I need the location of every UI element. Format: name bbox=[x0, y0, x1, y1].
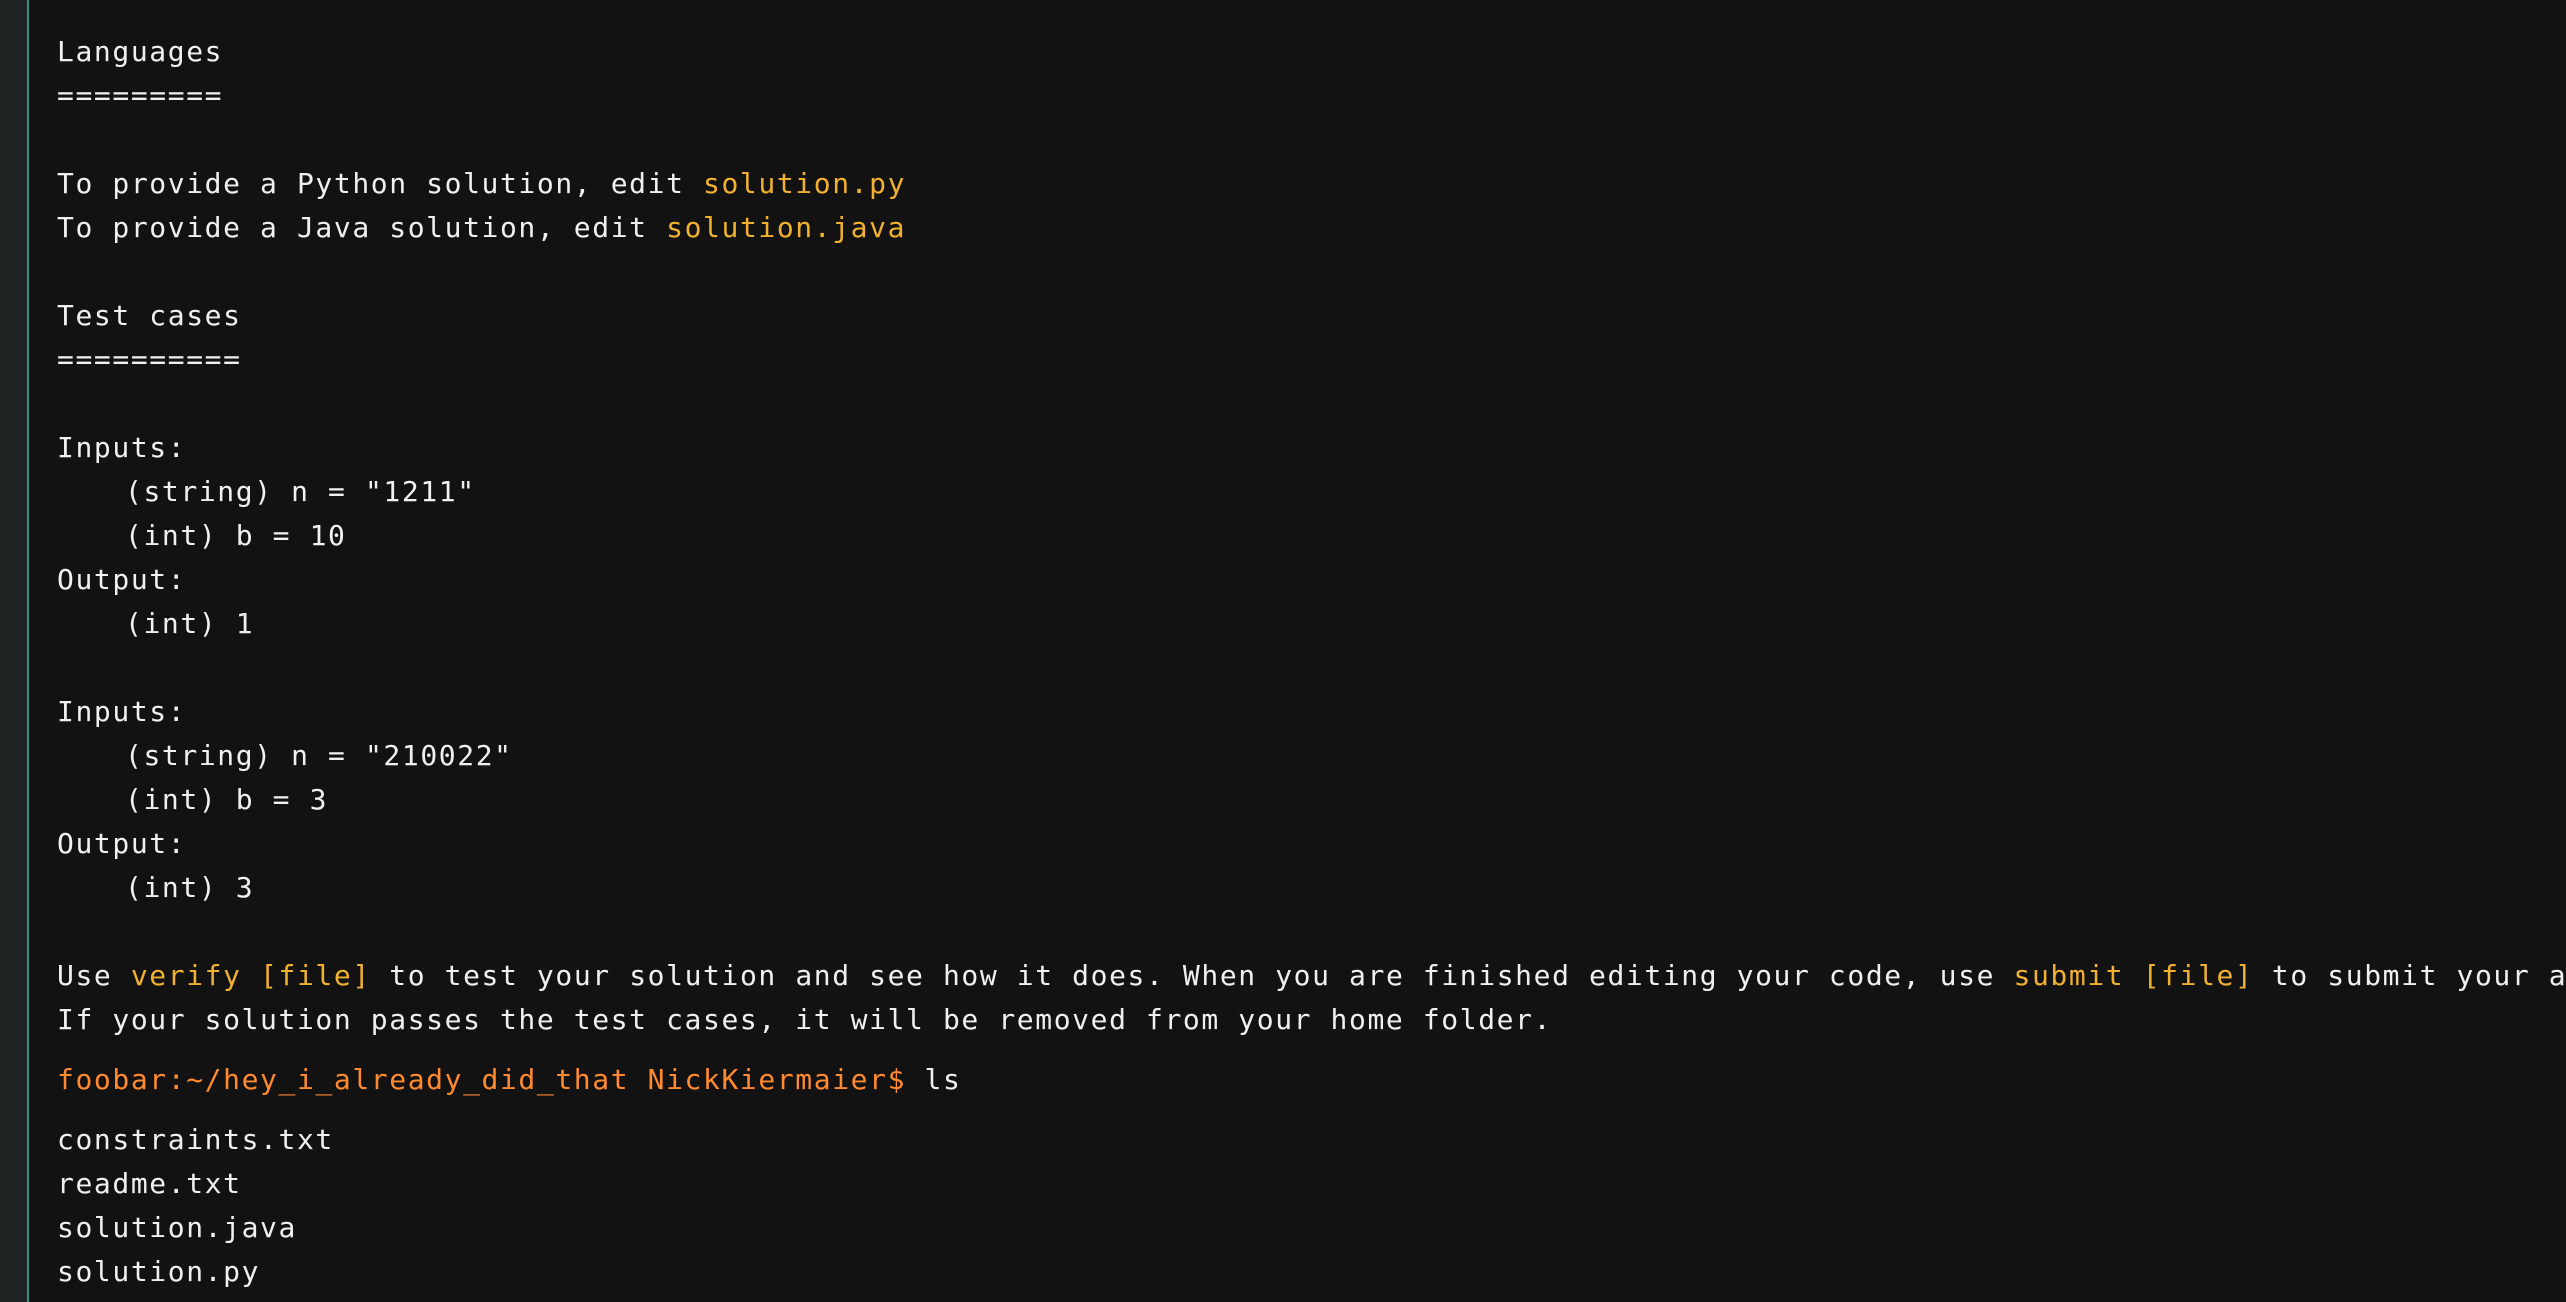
languages-underline: ========= bbox=[57, 79, 224, 112]
java-instruction: To provide a Java solution, edit solutio… bbox=[57, 206, 2537, 250]
python-prefix: To provide a Python solution, edit bbox=[57, 167, 704, 200]
test-cases-underline: ========== bbox=[57, 343, 242, 376]
instructions-line-2: If your solution passes the test cases, … bbox=[57, 1003, 1553, 1036]
instructions-use: Use bbox=[57, 959, 131, 992]
instructions-end: to submit your answer. bbox=[2271, 959, 2566, 992]
input-n: (string) n = "1211" bbox=[125, 475, 476, 508]
test-case-2: Inputs: (string) n = "210022" (int) b = … bbox=[57, 690, 2537, 910]
input-n: (string) n = "210022" bbox=[125, 739, 513, 772]
inputs-label: Inputs: bbox=[57, 431, 187, 464]
input-b: (int) b = 3 bbox=[125, 783, 329, 816]
verify-command: verify [file] bbox=[130, 959, 371, 992]
terminal-output[interactable]: Languages ========= To provide a Python … bbox=[57, 30, 2566, 1294]
shell-command: ls bbox=[906, 1063, 962, 1096]
submit-command: submit [file] bbox=[2013, 959, 2254, 992]
test-cases-heading: Test cases bbox=[57, 299, 242, 332]
output-label: Output: bbox=[57, 827, 187, 860]
instructions-middle: to test your solution and see how it doe… bbox=[370, 959, 2014, 992]
output-value: (int) 3 bbox=[125, 871, 255, 904]
inputs-label: Inputs: bbox=[57, 695, 187, 728]
test-case-1: Inputs: (string) n = "1211" (int) b = 10… bbox=[57, 426, 2537, 646]
languages-heading: Languages bbox=[57, 35, 224, 68]
list-item: solution.java bbox=[57, 1211, 297, 1244]
file-list: constraints.txt readme.txt solution.java… bbox=[57, 1118, 2537, 1294]
output-label: Output: bbox=[57, 563, 187, 596]
left-gutter bbox=[0, 0, 29, 1302]
shell-prompt-line[interactable]: foobar:~/hey_i_already_did_that NickKier… bbox=[57, 1058, 2537, 1102]
instructions-line-1: Use verify [file] to test your solution … bbox=[57, 954, 2566, 998]
list-item: readme.txt bbox=[57, 1167, 242, 1200]
shell-prompt: foobar:~/hey_i_already_did_that NickKier… bbox=[57, 1063, 907, 1096]
java-file-link: solution.java bbox=[666, 211, 907, 244]
list-item: solution.py bbox=[57, 1255, 261, 1288]
output-value: (int) 1 bbox=[125, 607, 255, 640]
input-b: (int) b = 10 bbox=[125, 519, 347, 552]
list-item: constraints.txt bbox=[57, 1123, 334, 1156]
java-prefix: To provide a Java solution, edit bbox=[57, 211, 667, 244]
python-instruction: To provide a Python solution, edit solut… bbox=[57, 162, 2537, 206]
python-file-link: solution.py bbox=[703, 167, 907, 200]
